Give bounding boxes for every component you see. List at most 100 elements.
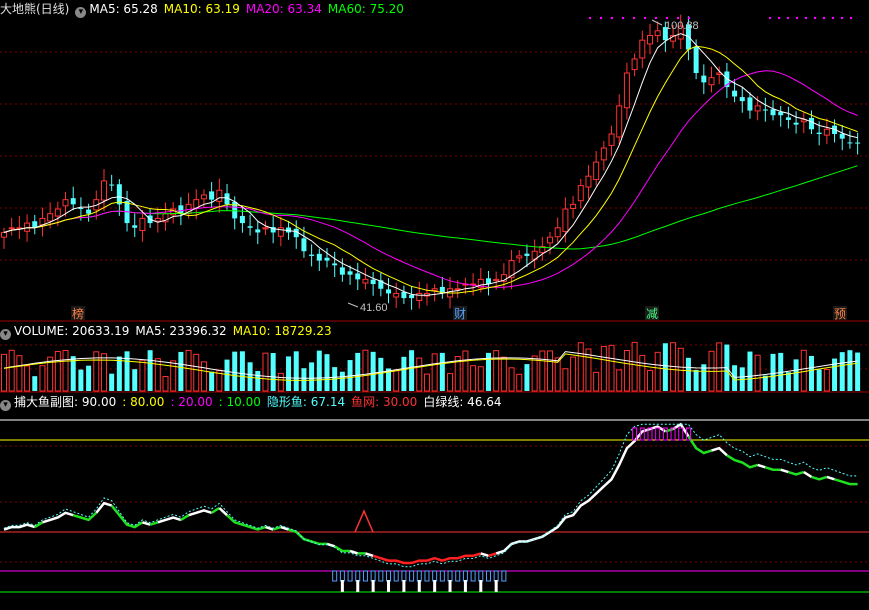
candle-body xyxy=(324,257,330,261)
top-signal-comb xyxy=(655,427,661,441)
volume-bar xyxy=(508,367,515,392)
volume-bar xyxy=(770,353,776,391)
volume-bar xyxy=(623,350,630,392)
candle-body xyxy=(808,117,814,130)
candle-body xyxy=(847,142,853,144)
volume-bar xyxy=(547,350,554,392)
indicator-line xyxy=(764,466,781,471)
indicator-line xyxy=(72,511,98,522)
candle-body xyxy=(386,289,392,294)
candle-body xyxy=(116,184,122,205)
candle-body xyxy=(516,255,523,259)
volume-bar xyxy=(86,365,92,391)
bottom-signal-comb xyxy=(393,570,399,582)
indicator-line xyxy=(210,506,220,514)
volume-bar xyxy=(646,369,653,392)
volume-bar xyxy=(631,341,638,392)
candle-body xyxy=(793,122,799,125)
candle-body xyxy=(339,267,345,275)
indicator-line xyxy=(272,525,282,531)
signal-dot xyxy=(643,16,647,20)
signal-dot xyxy=(768,16,772,20)
event-marker: 榜 xyxy=(72,306,84,321)
volume-bar xyxy=(239,351,245,391)
volume-bar xyxy=(200,361,207,392)
buy-tick xyxy=(494,580,498,592)
candle-body xyxy=(762,109,768,111)
volume-bar xyxy=(524,364,530,391)
signal-dot xyxy=(831,16,835,20)
volume-bar xyxy=(309,362,315,391)
bottom-signal-comb xyxy=(432,570,438,582)
volume-bar xyxy=(855,352,861,391)
stock-chart[interactable]: 100.88 41.60 榜 财 减 预 xyxy=(0,0,869,610)
signal-dot xyxy=(786,16,790,20)
volume-bar xyxy=(808,355,814,391)
volume-bar xyxy=(78,369,84,391)
volume-bar xyxy=(570,356,577,392)
candle-body xyxy=(770,109,776,116)
candle-body xyxy=(816,132,822,134)
volume-bar xyxy=(654,351,661,392)
volume-bar xyxy=(54,351,61,392)
signal-dot xyxy=(687,16,691,20)
bottom-signal-comb xyxy=(478,570,484,582)
candle-body xyxy=(393,292,400,298)
buy-tick xyxy=(340,580,344,592)
candle-body xyxy=(100,180,107,201)
volume-bar xyxy=(132,369,138,391)
candle-body xyxy=(631,58,638,71)
volume-bar xyxy=(462,350,469,392)
indicator-line xyxy=(711,446,728,457)
volume-bar xyxy=(431,353,438,392)
volume-bar xyxy=(416,357,423,392)
signal-dot xyxy=(665,16,669,20)
top-signal-comb xyxy=(678,427,684,441)
indicator-line xyxy=(180,514,190,521)
volume-bar xyxy=(301,368,307,391)
bottom-signal-comb xyxy=(439,570,445,582)
signal-dot xyxy=(822,16,826,20)
volume-bar xyxy=(747,351,753,391)
volume-bar xyxy=(493,350,500,392)
indicator-line xyxy=(95,501,113,514)
indicator-line xyxy=(834,478,858,486)
signal-dot xyxy=(804,16,808,20)
candle-body xyxy=(654,30,661,37)
candle-body xyxy=(800,119,807,123)
high-pointer xyxy=(651,19,663,26)
volume-bar xyxy=(616,369,623,392)
bottom-signal-comb xyxy=(462,570,468,582)
volume-bar xyxy=(316,350,322,391)
volume-bar xyxy=(116,356,122,391)
candle-body xyxy=(86,209,92,214)
bottom-signal-comb xyxy=(493,570,499,582)
fish-net-spike xyxy=(354,509,374,533)
indicator-line xyxy=(149,521,159,526)
volume-bar xyxy=(162,376,169,392)
signal-dot xyxy=(795,16,799,20)
volume-bar xyxy=(8,349,15,392)
candle-body xyxy=(78,207,84,210)
volume-bar xyxy=(554,357,561,392)
volume-bar xyxy=(378,357,384,391)
volume-bar xyxy=(255,370,261,391)
candle-body xyxy=(754,105,761,112)
volume-bar xyxy=(793,359,799,391)
volume-bar xyxy=(839,352,845,391)
bottom-signal-comb xyxy=(447,570,453,582)
buy-tick xyxy=(402,580,406,592)
signal-dot xyxy=(588,16,592,20)
ma5-line xyxy=(3,33,858,296)
signal-dot xyxy=(610,16,614,20)
volume-bar xyxy=(716,342,723,392)
indicator-line xyxy=(488,552,497,557)
candle-body xyxy=(562,208,569,233)
candle-body xyxy=(708,77,715,86)
candle-body xyxy=(747,97,753,111)
bottom-signal-comb xyxy=(409,570,415,582)
candle-body xyxy=(401,291,407,299)
bottom-signal-comb xyxy=(355,570,361,582)
buy-tick xyxy=(387,580,391,592)
candle-body xyxy=(200,194,207,200)
